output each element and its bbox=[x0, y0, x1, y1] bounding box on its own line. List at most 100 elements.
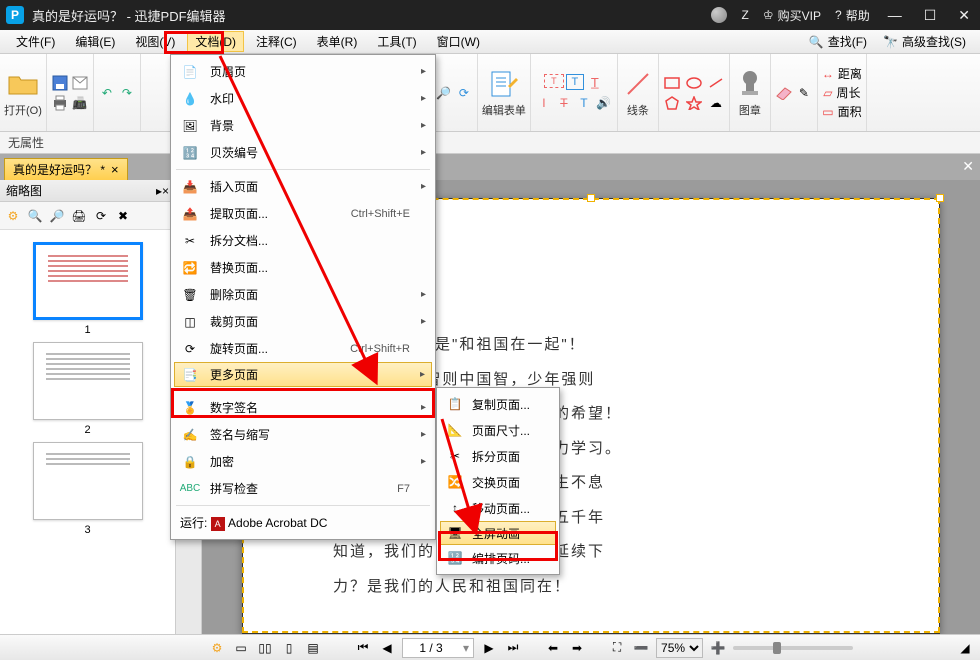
menu-tools[interactable]: 工具(T) bbox=[369, 31, 424, 52]
last-page-icon[interactable]: ⏭ bbox=[504, 639, 522, 657]
menu-replace-pages[interactable]: 🔁替换页面... bbox=[174, 254, 432, 281]
menu-document[interactable]: 文档(D) bbox=[187, 31, 244, 52]
menu-run-acrobat[interactable]: 运行: A Adobe Acrobat DC bbox=[174, 509, 432, 536]
menu-insert-pages[interactable]: 📥插入页面▸ bbox=[174, 173, 432, 200]
cloud-shape-icon[interactable]: ☁ bbox=[707, 94, 725, 112]
distance-button[interactable]: ↔ 距离 bbox=[822, 65, 862, 82]
ellipse-shape-icon[interactable] bbox=[685, 74, 703, 92]
menu-split-doc[interactable]: ✂拆分文档... bbox=[174, 227, 432, 254]
menu-extract-pages[interactable]: 📤提取页面...Ctrl+Shift+E bbox=[174, 200, 432, 227]
menu-digital-signature[interactable]: 🏅数字签名▸ bbox=[174, 394, 432, 421]
menu-view[interactable]: 视图(V) bbox=[127, 31, 183, 52]
pencil-icon[interactable]: ✎ bbox=[795, 84, 813, 102]
strike-icon[interactable]: T bbox=[555, 94, 573, 112]
print-icon[interactable] bbox=[51, 94, 69, 112]
menu-crop-pages[interactable]: ◫裁剪页面▸ bbox=[174, 308, 432, 335]
close-button[interactable]: ✕ bbox=[954, 7, 974, 24]
thumb-zoomout-icon[interactable]: 🔎 bbox=[48, 207, 66, 225]
save-icon[interactable] bbox=[51, 74, 69, 92]
text-annot-icon[interactable]: T bbox=[566, 74, 584, 90]
status-layout4-icon[interactable]: ▤ bbox=[304, 639, 322, 657]
redo-icon[interactable]: ↷ bbox=[118, 84, 136, 102]
page-number-field[interactable]: ▾ bbox=[402, 638, 474, 658]
menu-file[interactable]: 文件(F) bbox=[8, 31, 63, 52]
rect-shape-icon[interactable] bbox=[663, 74, 681, 92]
undo-icon[interactable]: ↶ bbox=[98, 84, 116, 102]
perimeter-button[interactable]: ▱ 周长 bbox=[823, 84, 860, 101]
zoom-out-status-icon[interactable]: ➖ bbox=[632, 639, 650, 657]
submenu-fullscreen-anim[interactable]: 🖥全屏动画 bbox=[440, 521, 556, 545]
status-layout3-icon[interactable]: ▯ bbox=[280, 639, 298, 657]
thumb-rotate-icon[interactable]: ⟳ bbox=[92, 207, 110, 225]
next-page-icon[interactable]: ▶ bbox=[480, 639, 498, 657]
document-tab[interactable]: 真的是好运吗？ * × bbox=[4, 158, 128, 180]
star-shape-icon[interactable] bbox=[685, 94, 703, 112]
page-input[interactable] bbox=[403, 641, 459, 655]
submenu-move-pages[interactable]: ↕移动页面... bbox=[440, 495, 556, 521]
prev-page-icon[interactable]: ◀ bbox=[378, 639, 396, 657]
first-page-icon[interactable]: ⏮ bbox=[354, 639, 372, 657]
menu-watermark[interactable]: 💧水印▸ bbox=[174, 85, 432, 112]
submenu-page-size[interactable]: 📐页面尺寸... bbox=[440, 417, 556, 443]
thumb-delete-icon[interactable]: ✖ bbox=[114, 207, 132, 225]
submenu-copy-pages[interactable]: 📋复制页面... bbox=[440, 391, 556, 417]
status-options-icon[interactable]: ⚙ bbox=[208, 639, 226, 657]
tabbar-close-icon[interactable]: ✕ bbox=[962, 158, 974, 175]
page-dropdown-icon[interactable]: ▾ bbox=[459, 641, 473, 655]
advanced-find-button[interactable]: 🔭 高级查找(S) bbox=[877, 33, 972, 50]
wavy-icon[interactable]: T bbox=[575, 94, 593, 112]
status-layout1-icon[interactable]: ▭ bbox=[232, 639, 250, 657]
lines-button[interactable]: 线条 bbox=[622, 68, 654, 118]
nav-back-icon[interactable]: ⬅ bbox=[544, 639, 562, 657]
area-button[interactable]: ▭ 面积 bbox=[822, 103, 861, 120]
thumbnail-page-2[interactable]: 2 bbox=[28, 342, 148, 436]
menu-bates[interactable]: 🔢贝茨编号▸ bbox=[174, 139, 432, 166]
edit-form-button[interactable]: 编辑表单 bbox=[482, 68, 526, 118]
menu-background[interactable]: 🖼背景▸ bbox=[174, 112, 432, 139]
menu-comment[interactable]: 注释(C) bbox=[248, 31, 305, 52]
tab-close-icon[interactable]: × bbox=[111, 162, 119, 177]
menu-more-pages[interactable]: 📑更多页面▸ bbox=[174, 362, 432, 387]
submenu-renumber[interactable]: 🔢编排页码... bbox=[440, 545, 556, 571]
menu-edit[interactable]: 编辑(E) bbox=[67, 31, 123, 52]
menu-header-footer[interactable]: 📄页眉页▸ bbox=[174, 58, 432, 85]
buy-vip-button[interactable]: ♔ 购买VIP bbox=[763, 7, 821, 24]
highlight-icon[interactable]: T̲ bbox=[586, 74, 604, 92]
thumbnail-page-1[interactable]: 1 bbox=[28, 242, 148, 336]
zoom-out-icon[interactable]: 🔎 bbox=[435, 84, 453, 102]
mail-icon[interactable] bbox=[71, 74, 89, 92]
refresh-icon[interactable]: ⟳ bbox=[455, 84, 473, 102]
line-shape-icon[interactable] bbox=[707, 74, 725, 92]
menu-rotate-pages[interactable]: ⟳旋转页面...Ctrl+Shift+R bbox=[174, 335, 432, 362]
menu-encrypt[interactable]: 🔒加密▸ bbox=[174, 448, 432, 475]
user-label[interactable]: Z bbox=[742, 8, 749, 22]
thumbnail-page-3[interactable]: 3 bbox=[28, 442, 148, 536]
submenu-swap-pages[interactable]: 🔀交换页面 bbox=[440, 469, 556, 495]
panel-close-icon[interactable]: ▸× bbox=[156, 184, 169, 198]
menu-spellcheck[interactable]: ABC拼写检查F7 bbox=[174, 475, 432, 502]
stamp-button[interactable]: 图章 bbox=[734, 68, 766, 118]
status-corner-icon[interactable]: ◢ bbox=[956, 639, 974, 657]
help-button[interactable]: ? 帮助 bbox=[835, 7, 870, 24]
nav-fwd-icon[interactable]: ➡ bbox=[568, 639, 586, 657]
zoom-select[interactable]: 75% bbox=[656, 638, 703, 658]
maximize-button[interactable]: ☐ bbox=[920, 7, 941, 24]
zoom-in-status-icon[interactable]: ➕ bbox=[709, 639, 727, 657]
text-box-icon[interactable]: T bbox=[544, 74, 564, 88]
eraser-icon[interactable] bbox=[775, 84, 793, 102]
menu-form[interactable]: 表单(R) bbox=[309, 31, 366, 52]
status-layout2-icon[interactable]: ▯▯ bbox=[256, 639, 274, 657]
find-button[interactable]: 🔍 查找(F) bbox=[803, 33, 873, 50]
thumb-print-icon[interactable]: 🖨 bbox=[70, 207, 88, 225]
zoom-slider[interactable] bbox=[733, 646, 853, 650]
globe-icon[interactable] bbox=[710, 6, 728, 24]
menu-delete-pages[interactable]: 🗑删除页面▸ bbox=[174, 281, 432, 308]
fit-page-icon[interactable]: ⛶ bbox=[608, 639, 626, 657]
minimize-button[interactable]: — bbox=[884, 7, 906, 23]
open-button[interactable]: 打开(O) bbox=[4, 68, 42, 118]
thumb-options-icon[interactable]: ⚙ bbox=[4, 207, 22, 225]
menu-sign-initials[interactable]: ✍签名与缩写▸ bbox=[174, 421, 432, 448]
polygon-shape-icon[interactable] bbox=[663, 94, 681, 112]
scan-icon[interactable]: 📠 bbox=[71, 94, 89, 112]
underline-icon[interactable]: I bbox=[535, 94, 553, 112]
